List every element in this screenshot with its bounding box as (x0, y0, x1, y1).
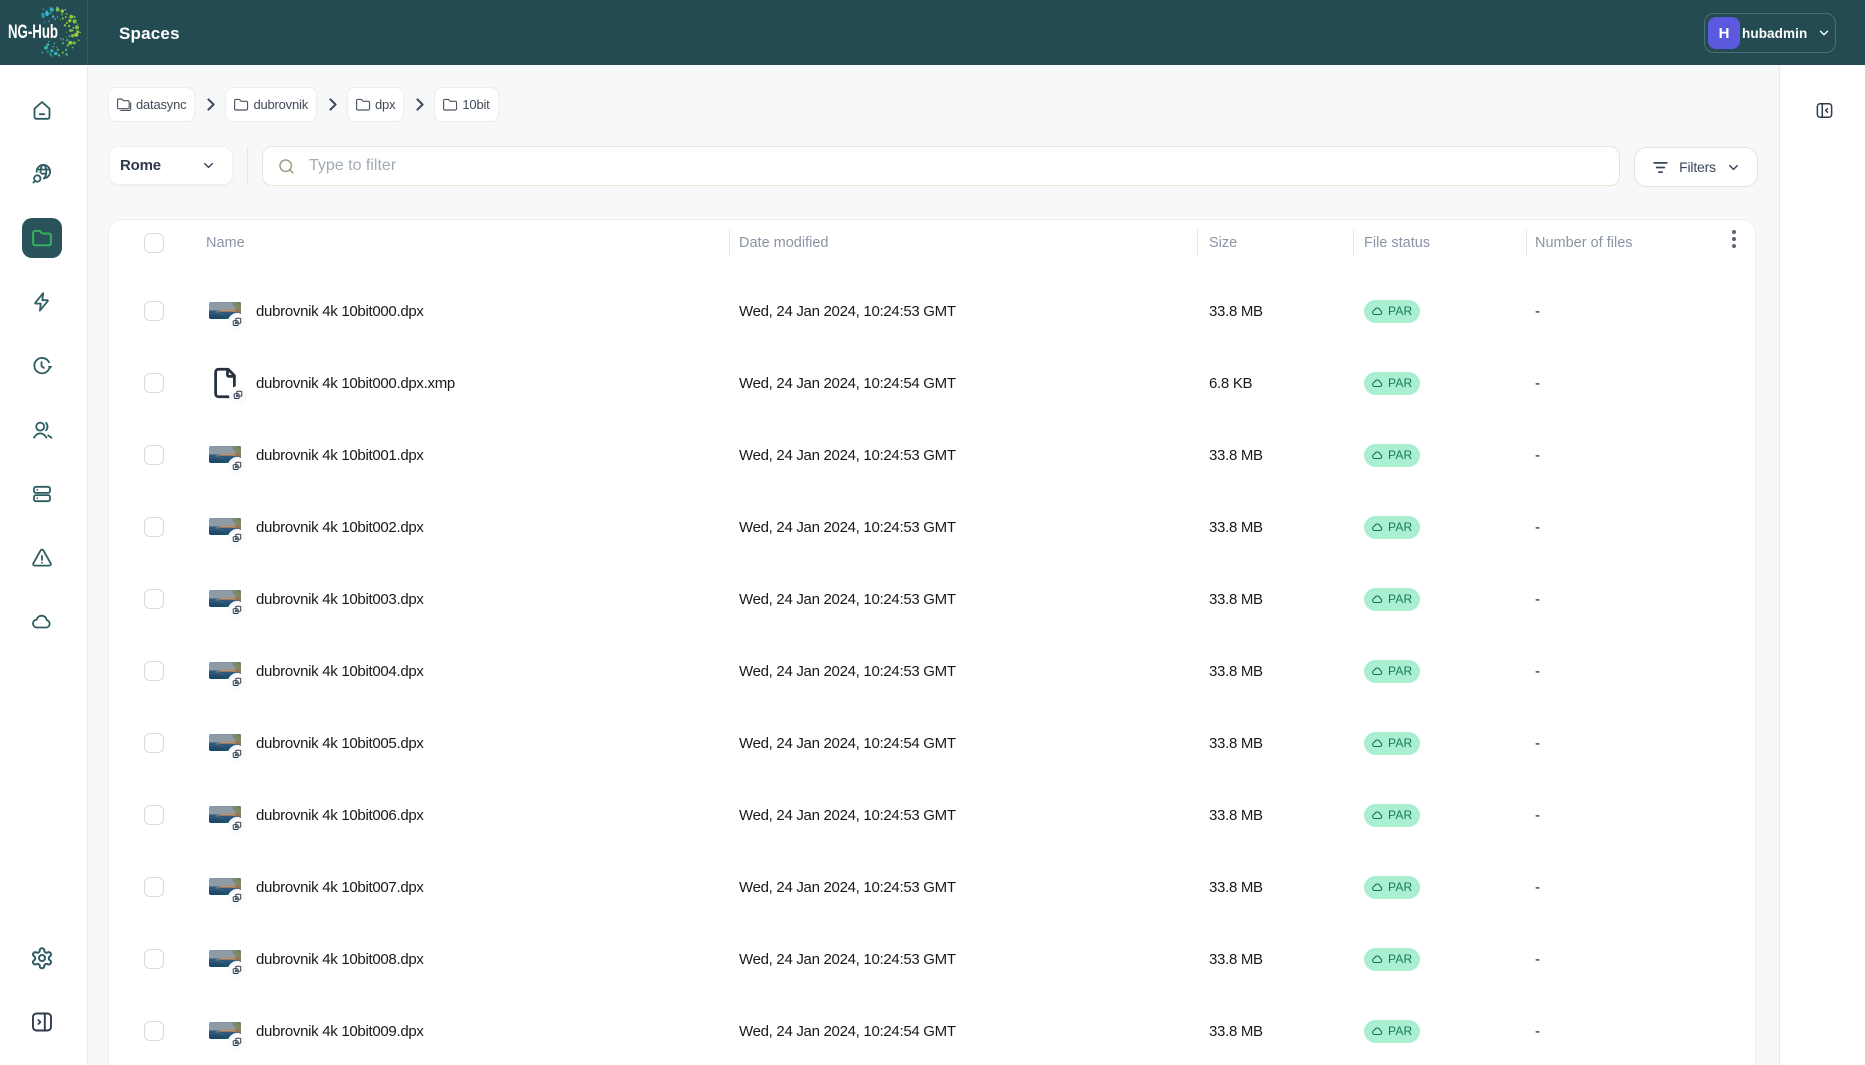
svg-text:TM: TM (60, 38, 65, 42)
svg-text:NG-Hub: NG-Hub (8, 22, 58, 43)
